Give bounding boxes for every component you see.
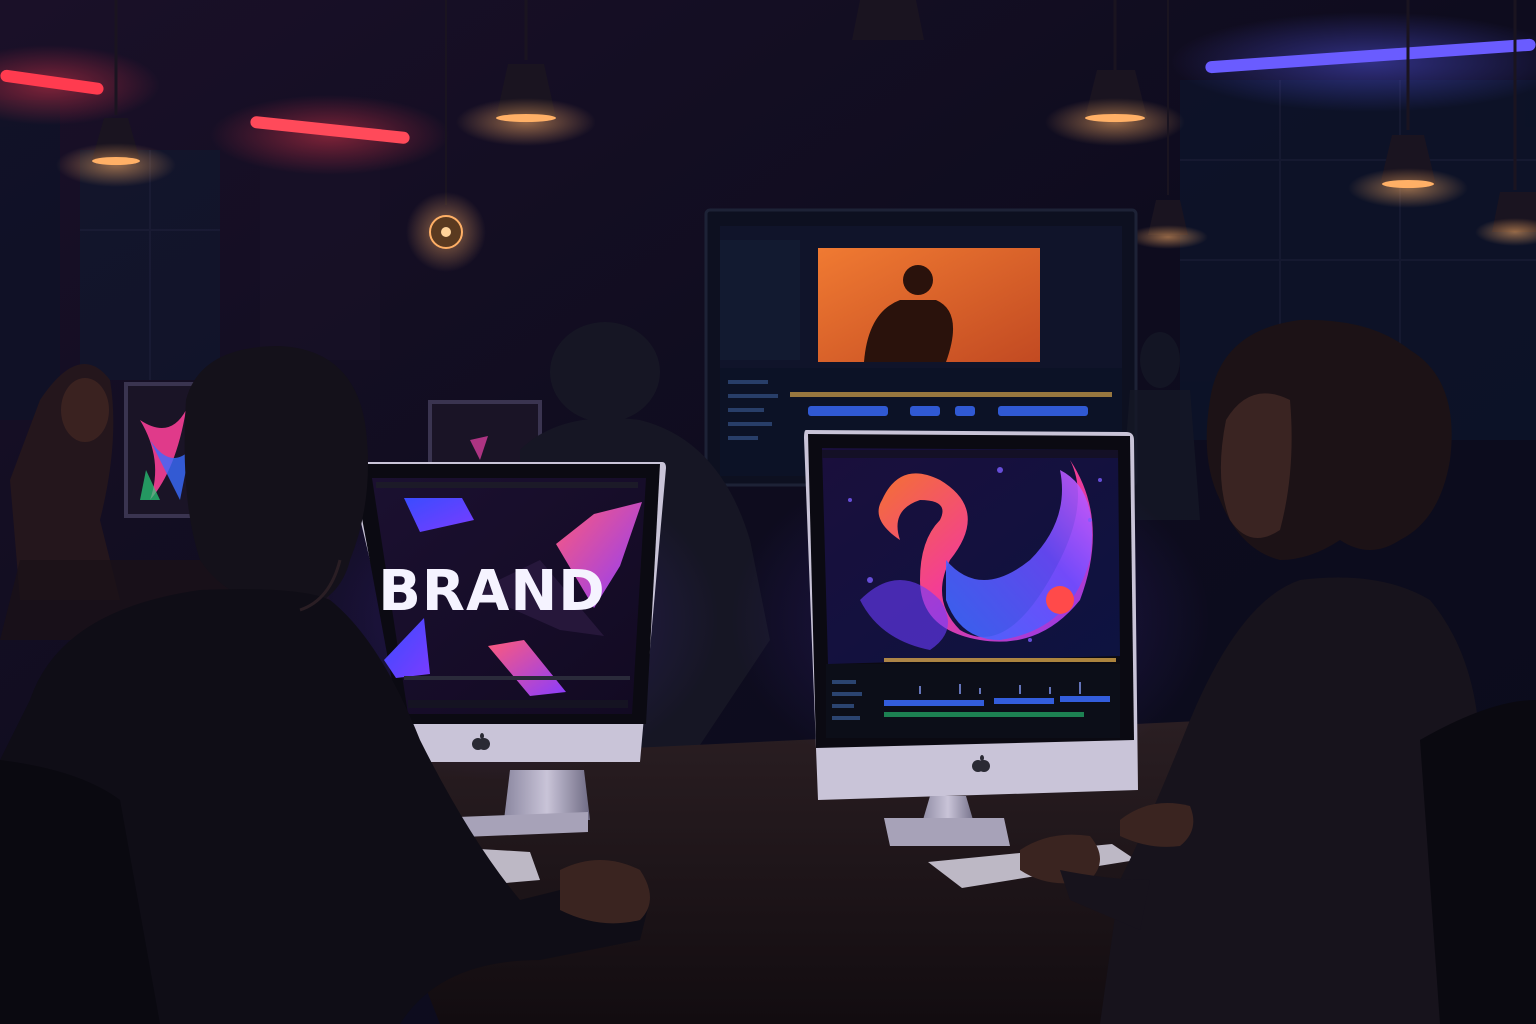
- editing-studio-scene: BRAND: [0, 0, 1536, 1024]
- brand-headline: BRAND: [378, 559, 606, 624]
- pendant-lamp-icon: [852, 0, 924, 40]
- chair-right: [1420, 700, 1536, 1024]
